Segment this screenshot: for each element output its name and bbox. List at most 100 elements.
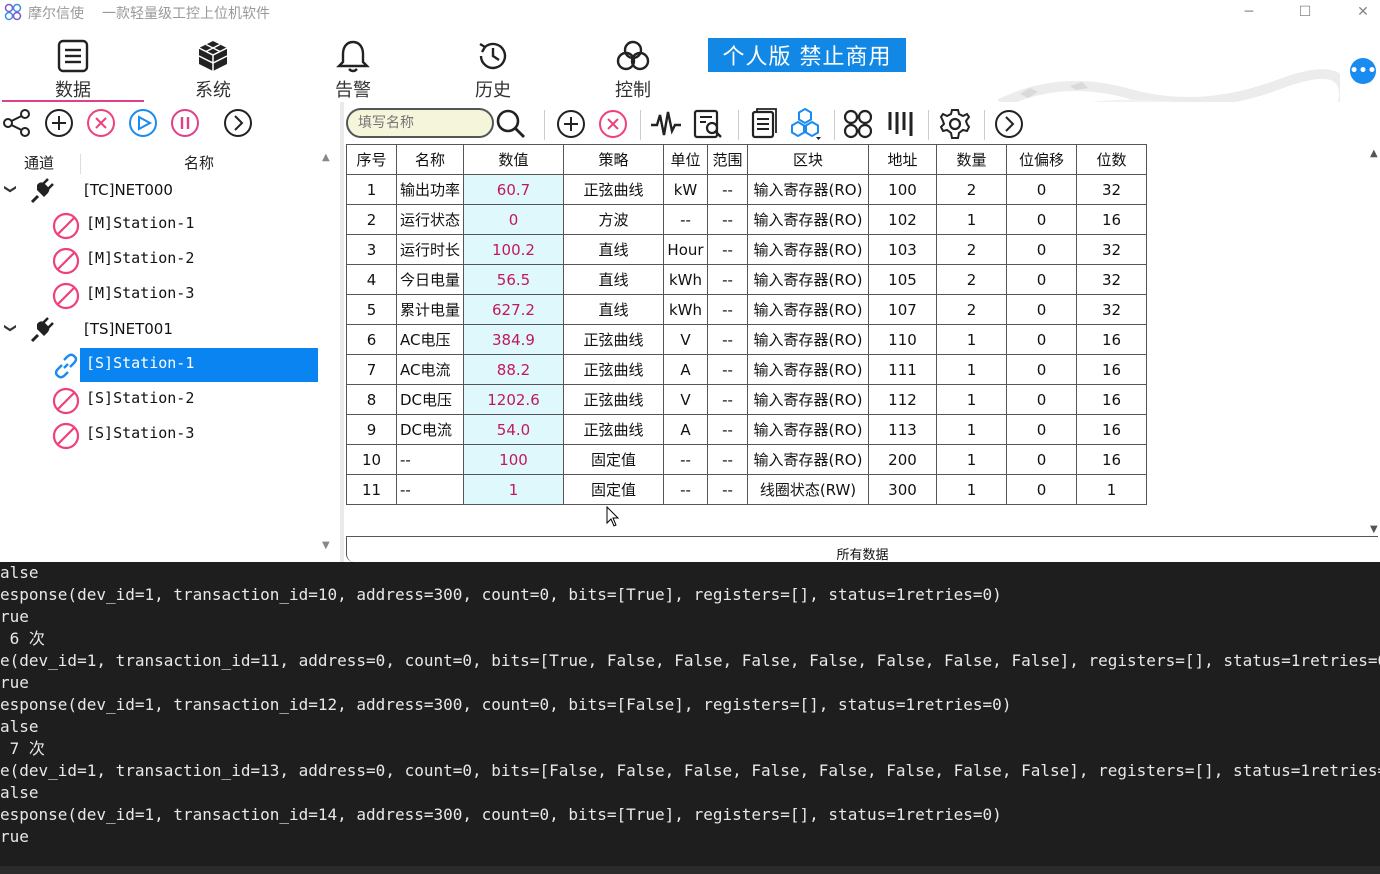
col-header-count[interactable]: 数量 [936, 144, 1007, 175]
table-scroll-up-icon[interactable]: ▲ [1370, 148, 1378, 159]
col-header-bits[interactable]: 位数 [1076, 144, 1147, 175]
grid-button[interactable] [841, 107, 875, 141]
table-scroll-down-icon[interactable]: ▼ [1370, 524, 1378, 535]
search-button[interactable] [494, 107, 528, 141]
more-menu-button[interactable]: ••• [1350, 58, 1376, 84]
disconnected-icon [52, 387, 80, 415]
next-page-button[interactable] [992, 107, 1026, 141]
table-row[interactable]: 1 输出功率 60.7 正弦曲线 kW -- 输入寄存器(RO) 100 2 0 32 [346, 174, 1147, 205]
delete-data-button[interactable] [596, 107, 630, 141]
scroll-up-arrow-icon[interactable]: ▲ [322, 152, 330, 163]
table-row[interactable]: 11 -- 1 固定值 -- -- 线圈状态(RW) 300 1 0 1 [346, 474, 1147, 505]
cell-bits: 32 [1076, 294, 1147, 325]
col-header-block[interactable]: 区块 [747, 144, 869, 175]
tree-item-m-station-3[interactable]: [M]Station-3 [0, 278, 320, 312]
table-row[interactable]: 6 AC电压 384.9 正弦曲线 V -- 输入寄存器(RO) 110 1 0 16 [346, 324, 1147, 355]
tab-system[interactable]: 系统 [168, 38, 258, 101]
cell-unit: A [663, 414, 708, 445]
tree-node-net001[interactable]: ❯ [TS]NET001 [0, 313, 320, 347]
settings-button[interactable] [938, 107, 972, 141]
tree-item-m-station-1[interactable]: [M]Station-1 [0, 208, 320, 242]
cell-value[interactable]: 60.7 [463, 174, 564, 205]
table-row[interactable]: 7 AC电流 88.2 正弦曲线 A -- 输入寄存器(RO) 111 1 0 16 [346, 354, 1147, 385]
cell-value[interactable]: 1202.6 [463, 384, 564, 415]
cell-value[interactable]: 54.0 [463, 414, 564, 445]
cell-block: 输入寄存器(RO) [747, 234, 869, 265]
col-header-bit-offset[interactable]: 位偏移 [1006, 144, 1077, 175]
tree-item-s-station-1[interactable]: [S]Station-1 [0, 348, 320, 382]
table-row[interactable]: 10 -- 100 固定值 -- -- 输入寄存器(RO) 200 1 0 16 [346, 444, 1147, 475]
col-header-unit[interactable]: 单位 [663, 144, 708, 175]
console-line: esponse(dev_id=1, transaction_id=12, add… [0, 695, 1012, 714]
maximize-button[interactable]: ☐ [1282, 0, 1328, 24]
add-icon [557, 110, 585, 138]
tree-node-net000[interactable]: ❯ [TC]NET000 [0, 174, 320, 208]
search-input[interactable] [346, 108, 494, 138]
cell-value[interactable]: 88.2 [463, 354, 564, 385]
collapse-arrow-icon[interactable]: ❯ [4, 323, 18, 333]
table-row[interactable]: 4 今日电量 56.5 直线 kWh -- 输入寄存器(RO) 105 2 0 32 [346, 264, 1147, 295]
cell-value[interactable]: 0 [463, 204, 564, 235]
cell-name: 累计电量 [396, 294, 464, 325]
add-data-button[interactable] [554, 107, 588, 141]
cell-value[interactable]: 100 [463, 444, 564, 475]
scroll-down-arrow-icon[interactable]: ▼ [322, 540, 330, 551]
license-badge: 个人版 禁止商用 [708, 38, 906, 72]
toolbar-divider [928, 110, 929, 140]
data-panel: 序号 名称 数值 策略 单位 范围 区块 地址 数量 位偏移 位数 1输出功率6… [344, 102, 1380, 563]
table-row[interactable]: 2 运行状态 0 方波 -- -- 输入寄存器(RO) 102 1 0 16 [346, 204, 1147, 235]
bars-button[interactable] [883, 107, 917, 141]
start-button[interactable] [127, 107, 159, 139]
cell-index: 1 [346, 174, 397, 205]
cell-bit-offset: 0 [1006, 264, 1077, 295]
delete-channel-button[interactable] [85, 107, 117, 139]
cell-range: -- [707, 264, 748, 295]
cell-bits: 32 [1076, 234, 1147, 265]
cell-value[interactable]: 100.2 [463, 234, 564, 265]
add-channel-button[interactable] [43, 107, 75, 139]
collapse-arrow-icon[interactable]: ❯ [4, 184, 18, 194]
close-button[interactable]: ✕ [1340, 0, 1380, 24]
table-row[interactable]: 5 累计电量 627.2 直线 kWh -- 输入寄存器(RO) 107 2 0 32 [346, 294, 1147, 325]
table-row[interactable]: 9 DC电流 54.0 正弦曲线 A -- 输入寄存器(RO) 113 1 0 16 [346, 414, 1147, 445]
cell-bit-offset: 0 [1006, 324, 1077, 355]
cell-value[interactable]: 1 [463, 474, 564, 505]
tree-scrollbar[interactable]: ▲ ▼ [322, 152, 334, 552]
cell-bits: 16 [1076, 384, 1147, 415]
waveform-button[interactable] [649, 107, 683, 141]
cell-bits: 16 [1076, 324, 1147, 355]
tab-alarm[interactable]: 告警 [308, 38, 398, 101]
pause-button[interactable] [169, 107, 201, 139]
cell-value[interactable]: 627.2 [463, 294, 564, 325]
col-header-index[interactable]: 序号 [346, 144, 397, 175]
cell-index: 8 [346, 384, 397, 415]
col-header-range[interactable]: 范围 [707, 144, 748, 175]
col-header-strategy[interactable]: 策略 [563, 144, 664, 175]
col-header-value[interactable]: 数值 [463, 144, 564, 175]
cell-value[interactable]: 384.9 [463, 324, 564, 355]
cell-block: 输入寄存器(RO) [747, 264, 869, 295]
cell-count: 1 [936, 354, 1007, 385]
minimize-button[interactable]: ─ [1226, 0, 1272, 24]
col-header-address[interactable]: 地址 [868, 144, 937, 175]
tree-item-s-station-3[interactable]: [S]Station-3 [0, 418, 320, 452]
document-list-button[interactable] [746, 107, 780, 141]
table-row[interactable]: 3 运行时长 100.2 直线 Hour -- 输入寄存器(RO) 103 2 0 32 [346, 234, 1147, 265]
tree-item-m-station-2[interactable]: [M]Station-2 [0, 243, 320, 277]
col-header-name[interactable]: 名称 [396, 144, 464, 175]
table-row[interactable]: 8 DC电压 1202.6 正弦曲线 V -- 输入寄存器(RO) 112 1 0 16 [346, 384, 1147, 415]
tab-history[interactable]: 历史 [448, 38, 538, 101]
hexagons-button[interactable] [788, 107, 822, 141]
tree-item-s-station-2[interactable]: [S]Station-2 [0, 383, 320, 417]
cell-value[interactable]: 56.5 [463, 264, 564, 295]
console-scrollbar[interactable] [0, 866, 1380, 874]
cell-strategy: 直线 [563, 264, 664, 295]
report-search-button[interactable] [691, 107, 725, 141]
share-button[interactable] [1, 107, 33, 139]
next-button[interactable] [222, 107, 254, 139]
tab-data[interactable]: 数据 [2, 38, 144, 102]
cell-unit: kWh [663, 294, 708, 325]
tab-all-data[interactable]: 所有数据 [346, 536, 1378, 563]
tab-control[interactable]: 控制 [588, 38, 678, 101]
cell-bits: 16 [1076, 444, 1147, 475]
